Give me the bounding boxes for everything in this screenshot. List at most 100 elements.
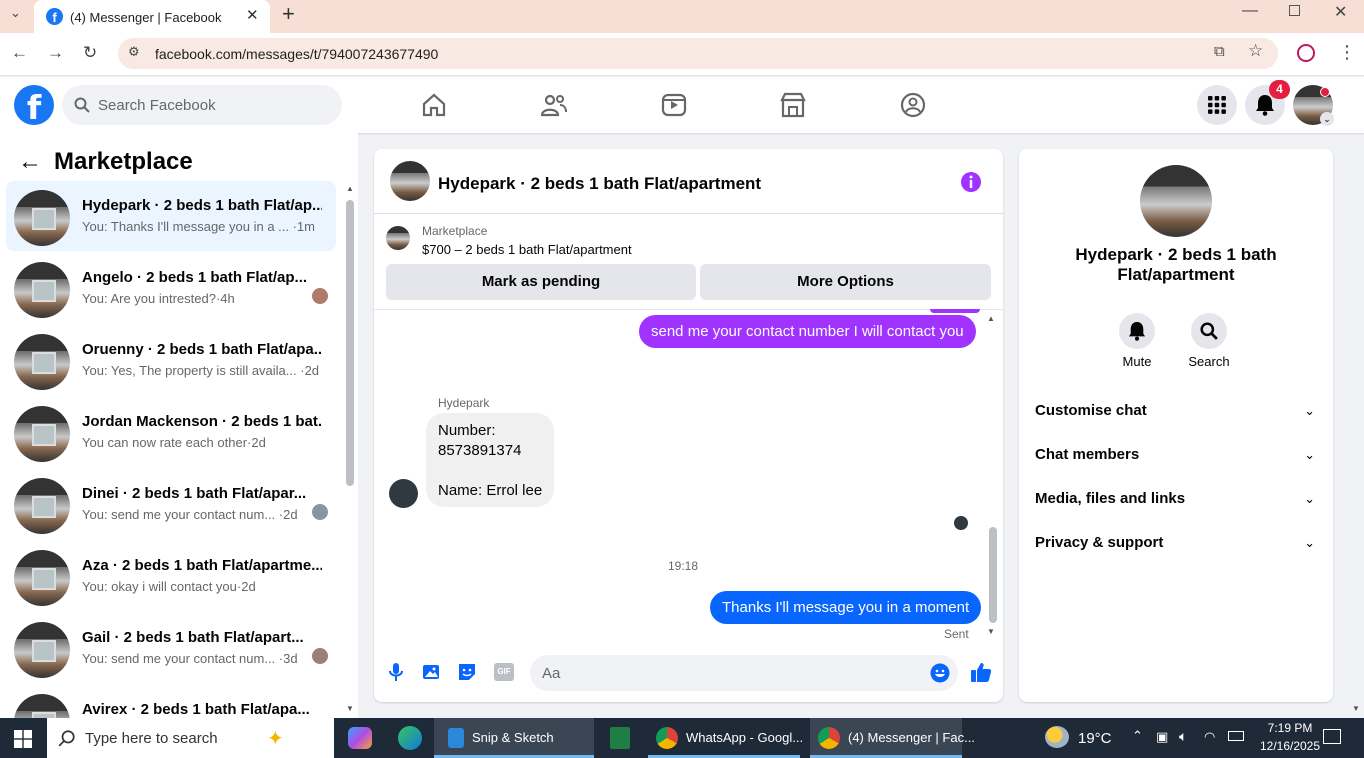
app-label: Snip & Sketch — [472, 730, 554, 745]
list-scrollbar[interactable] — [346, 200, 354, 486]
browser-tab[interactable]: f (4) Messenger | Facebook ✕ — [34, 0, 270, 33]
video-icon[interactable] — [660, 91, 688, 119]
composer-placeholder: Aa — [542, 665, 561, 682]
battery-icon[interactable] — [1228, 731, 1244, 741]
search-icon — [1200, 322, 1218, 340]
media-files-links-section[interactable]: Media, files and links ⌄ — [1019, 483, 1333, 513]
chat-scroll-down-icon[interactable]: ▼ — [987, 627, 995, 636]
photo-icon[interactable] — [422, 662, 442, 682]
windows-start-icon[interactable] — [14, 730, 32, 748]
minimize-icon[interactable]: — — [1242, 2, 1258, 20]
conversation-preview: You: okay i will contact you·2d — [82, 579, 256, 594]
taskbar-app-snip-sketch[interactable]: Snip & Sketch — [434, 718, 594, 758]
list-scroll-down-icon[interactable]: ▼ — [346, 704, 354, 713]
emoji-icon[interactable] — [930, 663, 950, 683]
friends-icon[interactable] — [540, 91, 568, 119]
tray-device-icon[interactable]: ▣ — [1156, 729, 1168, 745]
weather-icon[interactable] — [1045, 726, 1069, 748]
listing-thumbnail[interactable] — [386, 226, 410, 250]
taskbar-app-whatsapp[interactable]: WhatsApp - Googl... — [648, 718, 803, 758]
conversation-item-aza[interactable]: Aza · 2 beds 1 bath Flat/apartme... You:… — [6, 541, 336, 611]
conversation-avatar — [14, 334, 70, 390]
profile-icon[interactable] — [1297, 44, 1315, 62]
tray-chevron-icon[interactable]: ⌃ — [1132, 728, 1143, 744]
back-icon[interactable]: ← — [11, 43, 28, 63]
conversation-item-dinei[interactable]: Dinei · 2 beds 1 bath Flat/apar... You: … — [6, 469, 336, 539]
sticker-icon[interactable] — [457, 662, 477, 682]
conversation-item-angelo[interactable]: Angelo · 2 beds 1 bath Flat/ap... You: A… — [6, 253, 336, 323]
chat-scrollbar[interactable] — [989, 527, 997, 623]
like-icon[interactable] — [970, 661, 992, 683]
window-close-icon[interactable]: ✕ — [1334, 2, 1347, 22]
conversation-avatar — [14, 262, 70, 318]
more-options-button[interactable]: More Options — [700, 264, 991, 300]
conversation-item-jordan[interactable]: Jordan Mackenson · 2 beds 1 bat... You c… — [6, 397, 336, 467]
message-incoming[interactable]: Number: 8573891374 Name: Errol lee — [426, 413, 555, 507]
clock-time[interactable]: 7:19 PM — [1258, 721, 1322, 735]
chat-members-section[interactable]: Chat members ⌄ — [1019, 439, 1333, 469]
bookmark-star-icon[interactable]: ☆ — [1248, 41, 1263, 61]
notification-badge: 4 — [1269, 80, 1290, 99]
chat-header-avatar[interactable] — [390, 161, 430, 201]
list-scroll-up-icon[interactable]: ▲ — [346, 184, 354, 193]
clock-date[interactable]: 12/16/2025 — [1252, 739, 1328, 753]
restore-icon[interactable] — [1289, 5, 1300, 16]
notification-center-icon[interactable] — [1323, 729, 1341, 744]
home-icon[interactable] — [420, 91, 448, 119]
details-name: Hydepark · 2 beds 1 bath Flat/apartment — [1075, 245, 1277, 284]
chat-title[interactable]: Hydepark · 2 beds 1 bath Flat/apartment — [438, 174, 761, 194]
info-icon[interactable] — [960, 171, 982, 193]
gif-icon[interactable]: GIF — [494, 663, 514, 681]
forward-icon[interactable]: → — [47, 43, 64, 63]
taskbar-app-messenger[interactable]: (4) Messenger | Fac... — [810, 718, 975, 758]
edge-icon[interactable] — [398, 726, 422, 750]
tab-list-chevron-icon[interactable]: ⌄ — [10, 5, 21, 21]
message-outgoing[interactable]: Thanks I'll message you in a moment — [710, 591, 982, 624]
copilot-icon[interactable] — [348, 727, 372, 749]
page-scroll-down-icon[interactable]: ▼ — [1352, 704, 1360, 713]
account-chevron-icon[interactable]: ⌄ — [1320, 112, 1334, 126]
address-bar[interactable]: ⚙ facebook.com/messages/t/79400724367749… — [118, 38, 1278, 69]
message-outgoing[interactable]: send me your contact number I will conta… — [639, 315, 976, 348]
search-facebook-input[interactable]: Search Facebook — [62, 85, 342, 125]
taskbar-search-box[interactable]: Type here to search ✦ — [47, 718, 334, 758]
back-arrow-icon[interactable]: ← — [18, 148, 42, 176]
mute-button[interactable] — [1119, 313, 1155, 349]
weather-temp: 19°C — [1078, 730, 1112, 747]
mark-as-pending-button[interactable]: Mark as pending — [386, 264, 696, 300]
search-icon — [58, 730, 75, 747]
conversation-avatar — [14, 622, 70, 678]
listing-description[interactable]: $700 – 2 beds 1 bath Flat/apartment — [422, 242, 632, 257]
speaker-icon[interactable]: 🔈︎ — [1179, 728, 1187, 745]
microphone-icon[interactable] — [388, 662, 404, 682]
groups-icon[interactable] — [899, 91, 927, 119]
close-tab-icon[interactable]: ✕ — [246, 6, 259, 24]
menu-grid-button[interactable] — [1197, 85, 1237, 125]
conversation-item-hydepark[interactable]: Hydepark · 2 beds 1 bath Flat/ap... You:… — [6, 181, 336, 251]
chat-scroll-up-icon[interactable]: ▲ — [987, 314, 995, 323]
privacy-support-section[interactable]: Privacy & support ⌄ — [1019, 527, 1333, 557]
browser-menu-icon[interactable]: ⋮ — [1338, 42, 1356, 63]
conversation-item-oruenny[interactable]: Oruenny · 2 beds 1 bath Flat/apa... You:… — [6, 325, 336, 395]
marketplace-icon[interactable] — [779, 91, 807, 119]
taskbar-app-spreadsheet[interactable] — [600, 718, 640, 758]
message-composer-input[interactable]: Aa — [530, 655, 958, 691]
customise-chat-section[interactable]: Customise chat ⌄ — [1019, 395, 1333, 425]
site-info-icon[interactable]: ⚙ — [128, 44, 140, 60]
search-in-chat-button[interactable] — [1191, 313, 1227, 349]
conversation-item-avirex[interactable]: Avirex · 2 beds 1 bath Flat/apa... — [6, 685, 336, 718]
new-tab-icon[interactable]: + — [282, 1, 295, 27]
conversation-preview: You: Are you intrested?·4h — [82, 291, 235, 306]
facebook-logo[interactable]: f — [14, 85, 54, 127]
app-label: (4) Messenger | Fac... — [848, 730, 975, 745]
sender-avatar[interactable] — [389, 479, 418, 508]
bell-icon — [1256, 95, 1274, 116]
wifi-icon[interactable]: ◠ — [1204, 729, 1215, 745]
url-text: facebook.com/messages/t/794007243677490 — [155, 46, 439, 62]
details-avatar[interactable] — [1140, 165, 1212, 237]
conversation-name: Dinei · 2 beds 1 bath Flat/apar... — [82, 485, 307, 502]
install-app-icon[interactable]: ⧉ — [1214, 43, 1225, 60]
conversation-item-gail[interactable]: Gail · 2 beds 1 bath Flat/apart... You: … — [6, 613, 336, 683]
reload-icon[interactable]: ↻ — [83, 43, 97, 63]
